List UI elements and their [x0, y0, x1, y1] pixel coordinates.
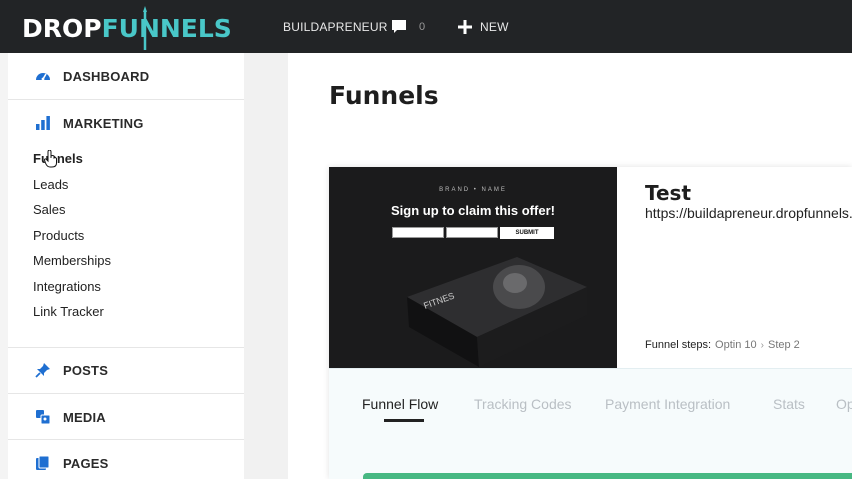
sidebar-label-pages: PAGES: [63, 455, 109, 471]
logo-arrow-icon: [143, 6, 147, 50]
sidebar-item-marketing[interactable]: MARKETING: [8, 110, 244, 136]
sidebar-divider: [8, 393, 244, 394]
pin-icon: [35, 363, 50, 378]
comments-count: 0: [419, 20, 426, 33]
page-title: Funnels: [329, 81, 439, 110]
sidebar-subitem-integrations[interactable]: Integrations: [33, 279, 101, 294]
sidebar-subitem-link-tracker[interactable]: Link Tracker: [33, 304, 104, 319]
comments-link[interactable]: 0: [391, 0, 425, 53]
sidebar-subitem-memberships[interactable]: Memberships: [33, 253, 111, 268]
funnel-step[interactable]: Optin 10: [715, 339, 757, 351]
funnel-url[interactable]: https://buildapreneur.dropfunnels.com: [645, 205, 852, 221]
tab-funnel-flow[interactable]: Funnel Flow: [362, 396, 438, 412]
funnel-steps-label: Funnel steps:: [645, 339, 712, 351]
sidebar-divider: [8, 347, 244, 348]
speech-bubble-icon: [392, 19, 406, 33]
thumbnail-brand-text: BRAND • NAME: [439, 187, 507, 193]
site-name-link[interactable]: BUILDAPRENEUR: [283, 0, 388, 53]
funnel-name[interactable]: Test: [645, 181, 691, 205]
sidebar-label-marketing: MARKETING: [63, 115, 144, 131]
plus-icon: [458, 19, 472, 34]
sidebar-label-posts: POSTS: [63, 362, 109, 378]
bar-chart-icon: [36, 116, 50, 130]
new-label: NEW: [480, 19, 509, 34]
new-content-button[interactable]: NEW: [458, 0, 509, 53]
sidebar-item-pages[interactable]: PAGES: [8, 450, 244, 476]
tab-optins[interactable]: Op: [836, 396, 852, 412]
funnel-steps: Funnel steps: Optin 10 › Step 2: [645, 339, 800, 351]
thumbnail-submit-button: SUBMIT: [500, 227, 554, 239]
funnel-card[interactable]: BRAND • NAME Sign up to claim this offer…: [329, 167, 852, 479]
sidebar-item-posts[interactable]: POSTS: [8, 357, 244, 383]
tab-payment-integration[interactable]: Payment Integration: [605, 396, 730, 412]
sidebar: DASHBOARD MARKETING Funnels Leads Sales …: [8, 53, 244, 479]
layout-gutter: [244, 53, 288, 479]
admin-top-bar: DROP FUNNELS BUILDAPRENEUR 0 NEW: [0, 0, 852, 53]
logo-drop-text: DROP: [22, 13, 102, 43]
funnel-flow-bar: [363, 473, 852, 479]
hand-cursor-icon: [44, 150, 57, 168]
sidebar-divider: [8, 99, 244, 100]
active-tab-underline: [384, 419, 424, 422]
pages-icon: [36, 455, 50, 470]
speedometer-icon: [36, 73, 50, 81]
sidebar-subitem-leads[interactable]: Leads: [33, 177, 68, 192]
dropfunnels-logo[interactable]: DROP FUNNELS: [22, 6, 232, 50]
sidebar-item-media[interactable]: MEDIA: [8, 404, 244, 430]
media-icon: [36, 410, 51, 425]
logo-funnels-text: FUNNELS: [101, 13, 232, 43]
funnel-step[interactable]: Step 2: [768, 339, 800, 351]
thumbnail-headline: Sign up to claim this offer!: [391, 203, 555, 218]
thumbnail-input-2: [446, 227, 498, 238]
tab-tracking-codes[interactable]: Tracking Codes: [474, 396, 572, 412]
sidebar-subitem-products[interactable]: Products: [33, 228, 84, 243]
sidebar-divider: [8, 439, 244, 440]
sidebar-item-dashboard[interactable]: DASHBOARD: [8, 63, 244, 89]
funnel-tabs: Funnel Flow Tracking Codes Payment Integ…: [329, 368, 852, 479]
sidebar-label-dashboard: DASHBOARD: [63, 68, 150, 84]
thumbnail-input-1: [392, 227, 444, 238]
chevron-right-icon: ›: [760, 339, 764, 351]
product-box-image: FITNES: [407, 257, 587, 367]
tab-stats[interactable]: Stats: [773, 396, 805, 412]
funnel-thumbnail[interactable]: BRAND • NAME Sign up to claim this offer…: [329, 167, 617, 368]
main-content: Funnels BRAND • NAME Sign up to claim th…: [288, 53, 852, 479]
sidebar-label-media: MEDIA: [63, 409, 106, 425]
sidebar-subitem-sales[interactable]: Sales: [33, 202, 66, 217]
